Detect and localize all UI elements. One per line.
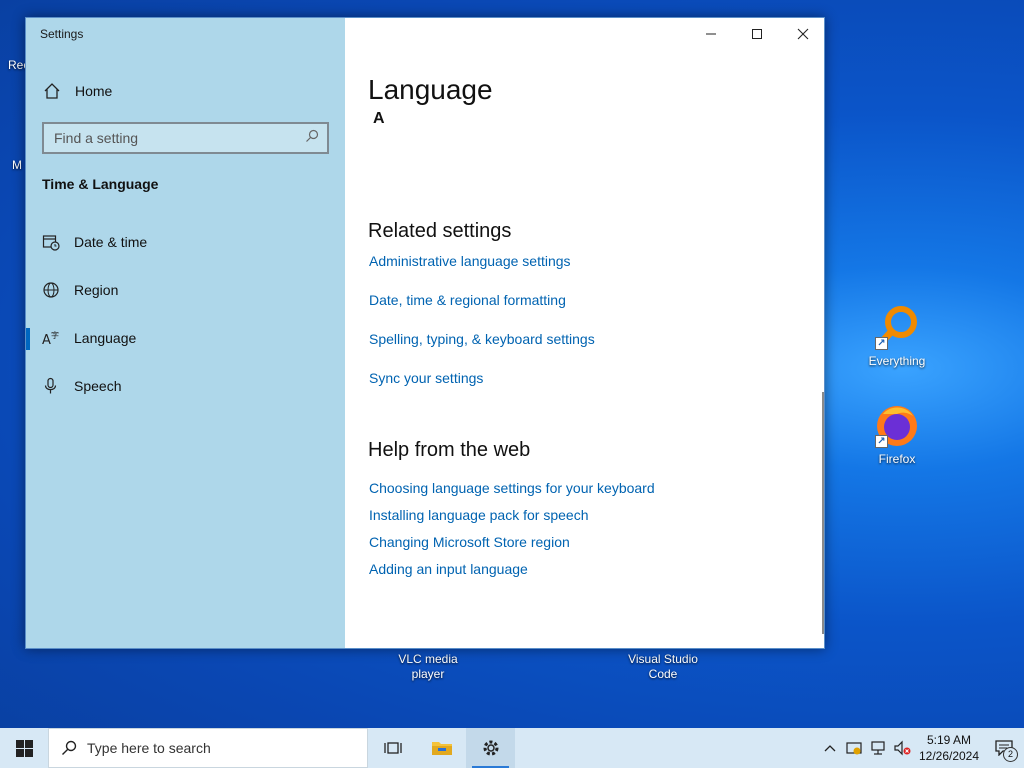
link-adding-input-language[interactable]: Adding an input language [369,561,528,577]
microphone-icon [42,377,60,395]
taskbar: Type here to search 5:19 AM 12/26/2024 2 [0,728,1024,768]
partial-language-glyph: A [373,110,385,127]
link-installing-speech-pack[interactable]: Installing language pack for speech [369,507,588,523]
chevron-up-icon[interactable] [818,728,842,768]
calendar-clock-icon [42,233,60,251]
magnifier-icon: ↗ [873,304,921,352]
desktop-icon-label: M [12,158,22,172]
notification-count-badge: 2 [1003,747,1018,762]
link-changing-store-region[interactable]: Changing Microsoft Store region [369,534,570,550]
desktop-icon-partial[interactable]: M [12,158,22,172]
desktop-icon-vlc[interactable]: VLC media player [388,652,468,682]
maximize-button[interactable] [734,18,780,50]
language-icon: A字 [42,329,60,348]
home-icon [43,82,61,100]
taskbar-search-box[interactable]: Type here to search [48,728,368,768]
related-settings-title: Related settings [368,220,512,242]
svg-text:A: A [42,333,51,347]
security-icon[interactable] [842,728,866,768]
nav-item-label: Date & time [74,234,148,250]
desktop-icon-label: Visual Studio Code [628,652,698,681]
help-from-web-title: Help from the web [368,439,531,461]
shortcut-arrow-icon: ↗ [875,435,888,448]
nav-item-date-time[interactable]: Date & time [26,224,345,260]
close-icon [797,28,809,40]
system-tray: 5:19 AM 12/26/2024 2 [818,728,1024,768]
nav-home[interactable]: Home [26,76,345,106]
search-icon [62,740,77,755]
window-title: Settings [40,27,84,41]
section-title: Time & Language [42,176,159,192]
nav-item-speech[interactable]: Speech [26,368,345,404]
nav-item-region[interactable]: Region [26,272,345,308]
desktop-icon-vscode[interactable]: Visual Studio Code [623,652,703,682]
link-choosing-keyboard-language[interactable]: Choosing language settings for your keyb… [369,480,655,496]
globe-icon [42,281,60,299]
desktop-icon-label: Everything [868,354,926,368]
firefox-icon: ↗ [873,402,921,450]
window-caption-buttons [688,18,824,50]
nav-item-label: Speech [74,378,122,394]
desktop-icon-label: Firefox [878,452,916,466]
clock-date: 12/26/2024 [918,749,980,763]
task-view-icon [383,742,402,754]
folder-icon [431,742,452,755]
network-icon[interactable] [866,728,890,768]
notification-center-button[interactable]: 2 [984,728,1024,768]
maximize-icon [752,29,762,39]
svg-text:字: 字 [51,330,59,340]
find-setting-search[interactable] [42,122,329,154]
minimize-icon [706,33,716,35]
clock-time: 5:19 AM [926,733,972,747]
content-scrollbar[interactable] [822,392,824,634]
nav-home-label: Home [75,83,113,99]
search-icon [305,129,319,148]
settings-content: Language A Related settings Administrati… [345,18,824,648]
settings-window: Settings Home Time & Language Date & tim… [25,17,825,649]
page-title: Language [368,74,493,105]
link-spelling-typing-keyboard-settings[interactable]: Spelling, typing, & keyboard settings [369,331,595,347]
nav-item-label: Language [74,330,137,346]
close-button[interactable] [780,18,824,50]
windows-logo-icon [15,739,33,757]
nav-item-label: Region [74,282,119,298]
gear-icon [483,740,498,756]
nav-item-language[interactable]: A字 Language [26,320,345,356]
minimize-button[interactable] [688,18,734,50]
file-explorer-button[interactable] [417,728,466,768]
link-sync-your-settings[interactable]: Sync your settings [369,370,483,386]
desktop-icon-label: VLC media player [398,652,458,681]
desktop-icon-everything[interactable]: ↗ Everything [857,304,937,369]
settings-taskbar-button[interactable] [466,728,515,768]
taskbar-search-placeholder: Type here to search [87,740,211,756]
link-administrative-language-settings[interactable]: Administrative language settings [369,253,571,269]
settings-sidebar: Settings Home Time & Language Date & tim… [26,18,345,648]
start-button[interactable] [0,728,48,768]
shortcut-arrow-icon: ↗ [875,337,888,350]
task-view-button[interactable] [368,728,417,768]
volume-muted-icon[interactable] [890,728,914,768]
taskbar-clock[interactable]: 5:19 AM 12/26/2024 [914,732,984,764]
link-date-time-regional-formatting[interactable]: Date, time & regional formatting [369,292,566,308]
desktop-icon-firefox[interactable]: ↗ Firefox [857,402,937,467]
find-setting-input[interactable] [54,130,294,146]
